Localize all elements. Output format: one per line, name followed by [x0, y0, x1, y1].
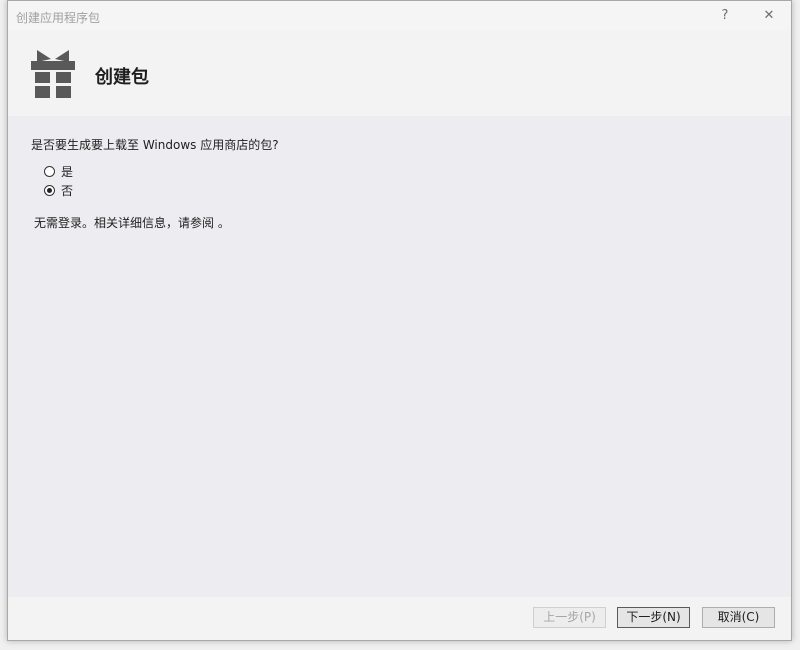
radio-button-yes[interactable] [44, 165, 55, 177]
create-app-package-dialog: 创建应用程序包 ? ✕ 创建包 是否要生成要上载至 Windows 应用商店的包… [7, 0, 792, 641]
window-title: 创建应用程序包 [16, 11, 101, 25]
radio-label-no: 否 [61, 183, 74, 198]
radio-option-no[interactable]: 否 [44, 182, 73, 198]
back-button[interactable]: 上一步(P) [533, 607, 606, 628]
wizard-header: 创建包 [8, 31, 791, 116]
info-text: 无需登录。相关详细信息，请参阅 。 [34, 216, 230, 230]
radio-option-yes[interactable]: 是 [44, 163, 73, 179]
upload-question: 是否要生成要上载至 Windows 应用商店的包? [31, 138, 279, 152]
gift-package-icon [31, 50, 75, 98]
radio-label-yes: 是 [61, 164, 74, 179]
page-title: 创建包 [95, 67, 149, 88]
close-button[interactable]: ✕ [756, 5, 782, 27]
title-bar: 创建应用程序包 ? ✕ [8, 1, 791, 31]
next-button[interactable]: 下一步(N) [617, 607, 690, 628]
radio-button-no[interactable] [44, 184, 55, 196]
cancel-button[interactable]: 取消(C) [702, 607, 775, 628]
help-button[interactable]: ? [712, 5, 738, 27]
wizard-footer: 上一步(P) 下一步(N) 取消(C) [8, 597, 791, 640]
